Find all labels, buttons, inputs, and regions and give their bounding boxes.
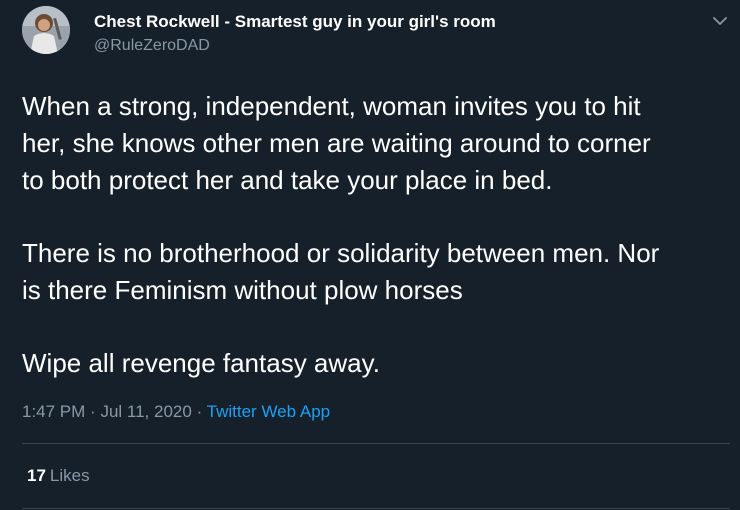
author-handle[interactable]: @RuleZeroDAD — [94, 37, 210, 55]
meta-separator: · — [90, 402, 96, 421]
tweet-time[interactable]: 1:47 PM — [22, 402, 85, 421]
tweet-meta: 1:47 PM · Jul 11, 2020 · Twitter Web App — [22, 402, 330, 422]
divider — [22, 443, 730, 444]
tweet-line: Wipe all revenge fantasy away. — [22, 348, 380, 378]
tweet-text: When a strong, independent, woman invite… — [22, 88, 727, 382]
likes-stat[interactable]: 17 Likes — [27, 466, 90, 486]
tweet-paragraph: When a strong, independent, woman invite… — [22, 88, 727, 199]
tweet-paragraph: Wipe all revenge fantasy away. — [22, 345, 727, 382]
tweet-card: Chest Rockwell - Smartest guy in your gi… — [0, 0, 740, 510]
tweet-line: is there Feminism without plow horses — [22, 275, 463, 305]
divider — [22, 508, 730, 509]
author-display-name[interactable]: Chest Rockwell - Smartest guy in your gi… — [94, 12, 496, 32]
tweet-date[interactable]: Jul 11, 2020 — [100, 402, 191, 421]
likes-count: 17 — [27, 466, 46, 485]
meta-separator: · — [196, 402, 203, 421]
likes-label: Likes — [49, 466, 90, 485]
tweet-line: to both protect her and take your place … — [22, 165, 553, 195]
profile-photo-icon — [22, 6, 70, 54]
tweet-line: When a strong, independent, woman invite… — [22, 91, 641, 121]
avatar[interactable] — [22, 6, 70, 54]
tweet-line: her, she knows other men are waiting aro… — [22, 128, 651, 158]
tweet-paragraph: There is no brotherhood or solidarity be… — [22, 235, 727, 309]
chevron-down-icon[interactable] — [709, 12, 731, 30]
tweet-line: There is no brotherhood or solidarity be… — [22, 238, 660, 268]
tweet-source-link[interactable]: Twitter Web App — [207, 402, 330, 421]
